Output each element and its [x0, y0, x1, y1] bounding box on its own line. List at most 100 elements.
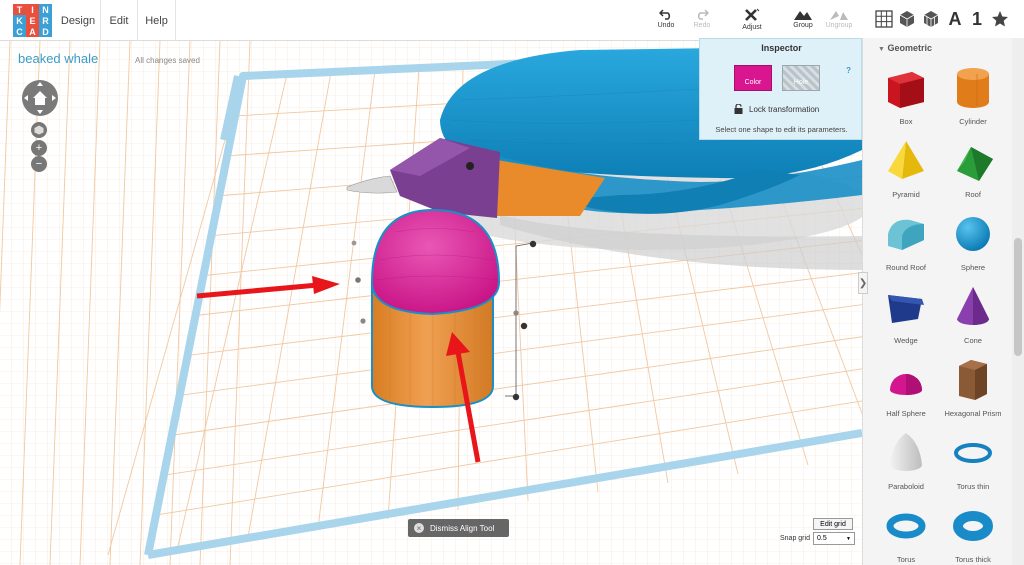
paraboloid-icon	[890, 433, 922, 471]
shape-tile-round-roof[interactable]: Round Roof	[875, 210, 937, 280]
shape-tile-cone[interactable]: Cone	[942, 283, 1004, 353]
shape-label: Sphere	[960, 263, 986, 272]
snap-grid-select[interactable]: 0.5	[813, 532, 855, 545]
shape-tile-pyramid[interactable]: Pyramid	[875, 137, 937, 207]
favorites-button[interactable]	[989, 8, 1011, 30]
shape-label: Wedge	[894, 336, 918, 345]
torus-icon	[886, 513, 926, 539]
cube-icon	[899, 11, 915, 27]
menu-design[interactable]: Design	[56, 0, 101, 41]
shape-label: Roof	[965, 190, 981, 199]
undo-label: Undo	[657, 22, 675, 29]
numbers-view-button[interactable]: 1	[966, 8, 988, 30]
shape-label: Cone	[964, 336, 982, 345]
shape-label: Box	[899, 117, 913, 126]
wedge-icon	[888, 295, 924, 323]
menu-help[interactable]: Help	[138, 0, 176, 41]
panel-scrollbar[interactable]	[1012, 38, 1024, 565]
logo-letter: A	[26, 26, 39, 37]
ungroup-icon	[830, 11, 848, 20]
caret-down-icon: ▼	[878, 46, 885, 53]
solid-view-button[interactable]	[896, 8, 918, 30]
box-icon	[888, 72, 924, 108]
inspector-title: Inspector	[761, 43, 802, 53]
cone-icon	[957, 287, 989, 325]
adjust-button[interactable]: Adjust	[730, 8, 774, 36]
grid-view-button[interactable]	[873, 8, 895, 30]
sphere-icon	[956, 217, 990, 251]
ungroup-button[interactable]: Ungroup	[817, 8, 861, 36]
zoom-out-label: −	[35, 158, 43, 170]
color-swatch-button[interactable]: Color	[734, 65, 772, 91]
orbit-control[interactable]	[21, 79, 59, 117]
chevron-right-icon: ❯	[858, 277, 868, 289]
shape-tile-hexagonal-prism[interactable]: Hexagonal Prism	[942, 356, 1004, 426]
menu-edit[interactable]: Edit	[101, 0, 138, 41]
inspector-help-link[interactable]: ?	[846, 66, 851, 75]
brick-cube-icon	[923, 11, 939, 27]
shape-tile-sphere[interactable]: Sphere	[942, 210, 1004, 280]
category-header[interactable]: ▼ Geometric	[878, 43, 932, 53]
redo-button[interactable]: Redo	[680, 8, 724, 36]
undo-icon	[659, 9, 671, 20]
lock-transformation-label: Lock transformation	[749, 104, 820, 114]
torus-thick-icon	[953, 511, 993, 541]
dismiss-align-tool-button[interactable]: × Dismiss Align Tool	[408, 519, 509, 537]
pyramid-icon	[888, 141, 924, 179]
brick-view-button[interactable]	[920, 8, 942, 30]
edit-grid-label: Edit grid	[820, 520, 846, 528]
ungroup-label: Ungroup	[825, 22, 853, 29]
shape-tile-torus-thick[interactable]: Torus thick	[942, 502, 1004, 565]
shape-tile-torus[interactable]: Torus	[875, 502, 937, 565]
shape-label: Half Sphere	[886, 409, 926, 418]
group-icon	[794, 11, 812, 20]
shape-tile-wedge[interactable]: Wedge	[875, 283, 937, 353]
shape-tile-box[interactable]: Box	[875, 64, 937, 134]
cylinder-icon	[957, 68, 989, 108]
logo-letter: I	[26, 4, 39, 15]
roof-icon	[957, 147, 993, 181]
color-swatch-label: Color	[744, 79, 762, 86]
save-status: All changes saved	[135, 56, 200, 65]
letters-view-button[interactable]: A	[944, 8, 966, 30]
hole-swatch-button[interactable]: Hole	[782, 65, 820, 91]
project-title[interactable]: beaked whale	[18, 51, 98, 66]
tinkercad-logo[interactable]: TIN KER CAD	[13, 4, 53, 37]
scrollbar-thumb[interactable]	[1014, 238, 1022, 356]
category-header-label: Geometric	[887, 43, 932, 53]
hexagonal-prism-icon	[959, 360, 987, 400]
fit-view-button[interactable]	[31, 122, 47, 138]
menu-edit-label: Edit	[109, 14, 129, 27]
snap-grid-value: 0.5	[817, 535, 827, 542]
shape-tile-cylinder[interactable]: Cylinder	[942, 64, 1004, 134]
half-sphere-icon	[890, 374, 922, 395]
adjust-label: Adjust	[742, 24, 762, 31]
shape-label: Cylinder	[959, 117, 987, 126]
collapse-panel-tab[interactable]: ❯	[858, 272, 868, 294]
zoom-in-button[interactable]: +	[31, 140, 47, 156]
edit-grid-button[interactable]: Edit grid	[813, 518, 853, 530]
shapes-library-panel: ▼ Geometric Box Cylinder Pyramid Roof Ro…	[862, 38, 1012, 565]
shape-label: Torus thick	[955, 555, 991, 564]
group-label: Group	[793, 22, 813, 29]
shape-label: Hexagonal Prism	[944, 409, 1002, 418]
selected-shape-group[interactable]	[370, 208, 501, 409]
shape-tile-roof[interactable]: Roof	[942, 137, 1004, 207]
lock-transformation-toggle[interactable]: Lock transformation	[734, 104, 819, 114]
shape-tile-half-sphere[interactable]: Half Sphere	[875, 356, 937, 426]
menu-design-label: Design	[60, 14, 96, 27]
adjust-icon	[745, 8, 760, 21]
inspector-panel: Inspector ? Color Hole Lock transformati…	[699, 38, 862, 140]
zoom-out-button[interactable]: −	[31, 156, 47, 172]
view-cube-icon	[34, 125, 44, 135]
shape-tile-torus-thin[interactable]: Torus thin	[942, 429, 1004, 499]
logo-letter: D	[39, 26, 52, 37]
zoom-in-label: +	[35, 142, 43, 154]
snap-grid-label: Snap grid	[780, 535, 810, 542]
dismiss-align-tool-label: Dismiss Align Tool	[430, 523, 495, 533]
redo-icon	[697, 9, 709, 20]
redo-label: Redo	[693, 22, 711, 29]
shape-tile-paraboloid[interactable]: Paraboloid	[875, 429, 937, 499]
letter-a-label: A	[948, 8, 962, 29]
star-icon	[992, 11, 1008, 27]
